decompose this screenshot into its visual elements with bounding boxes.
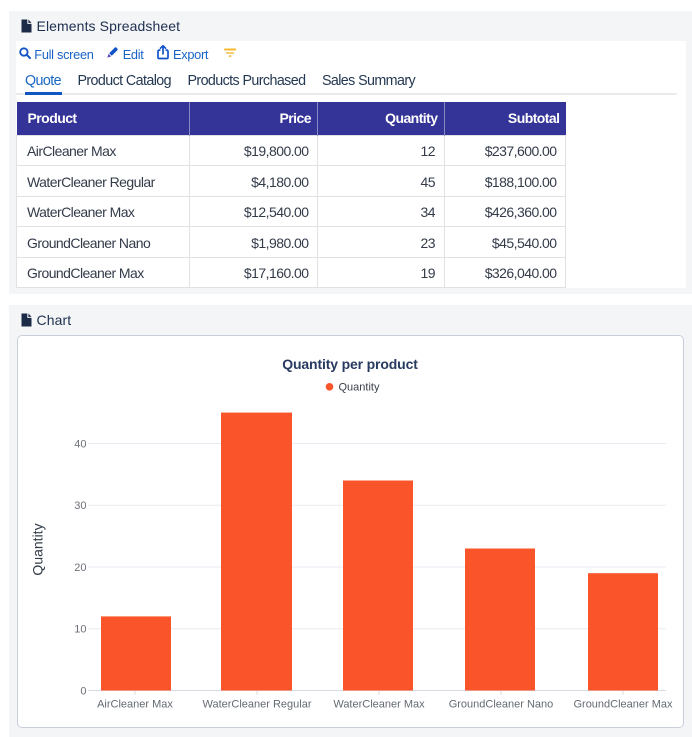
- svg-text:40: 40: [74, 438, 86, 450]
- svg-text:Quantity: Quantity: [339, 382, 380, 394]
- svg-text:WaterCleaner Regular: WaterCleaner Regular: [202, 699, 311, 711]
- svg-text:WaterCleaner Max: WaterCleaner Max: [333, 699, 425, 711]
- svg-text:AirCleaner Max: AirCleaner Max: [97, 699, 173, 711]
- svg-text:Quantity: Quantity: [30, 523, 46, 575]
- svg-text:30: 30: [74, 500, 86, 512]
- svg-text:0: 0: [80, 685, 86, 697]
- svg-text:10: 10: [74, 624, 86, 636]
- svg-text:GroundCleaner Max: GroundCleaner Max: [573, 699, 673, 711]
- svg-text:20: 20: [74, 562, 86, 574]
- svg-text:Quantity per product: Quantity per product: [282, 356, 418, 372]
- svg-text:GroundCleaner Nano: GroundCleaner Nano: [449, 699, 554, 711]
